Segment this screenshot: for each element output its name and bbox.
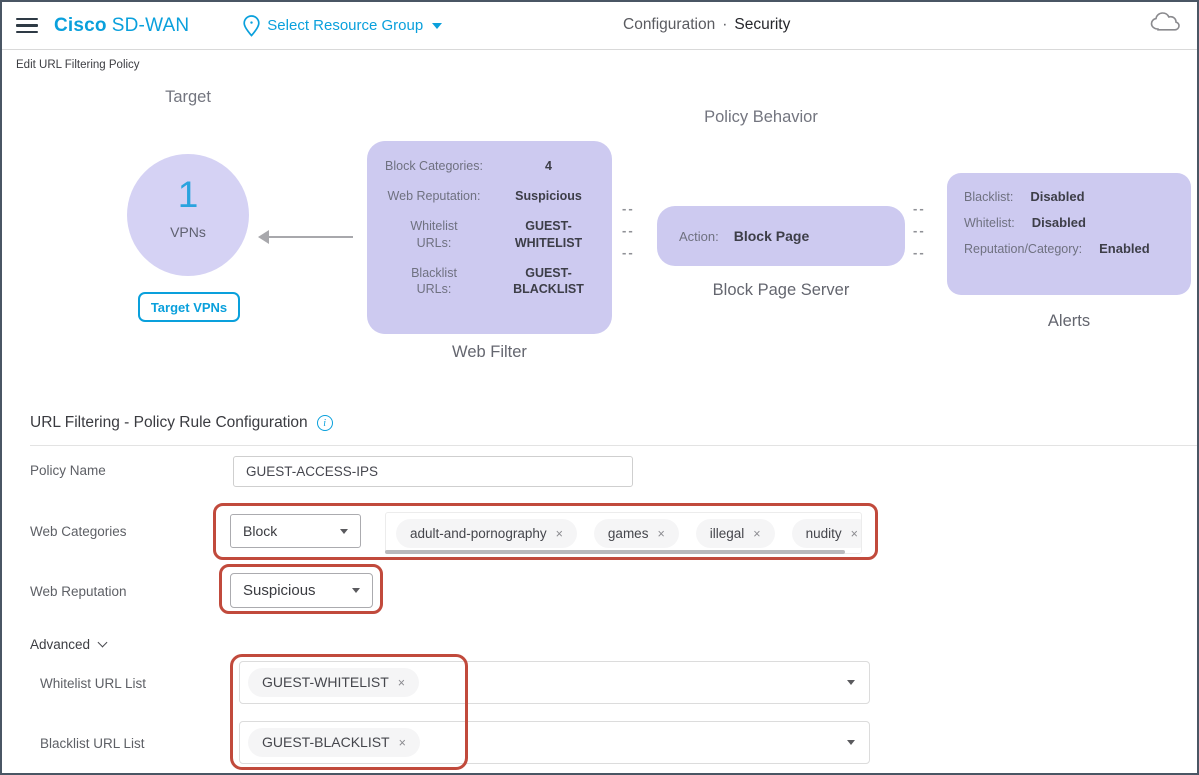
advanced-label: Advanced xyxy=(30,637,90,652)
caret-down-icon xyxy=(847,680,855,685)
policy-name-input[interactable] xyxy=(233,456,633,487)
block-page-action-box: Action: Block Page xyxy=(657,206,905,266)
vpn-count: 1 xyxy=(127,174,249,216)
caret-down-icon xyxy=(352,588,360,593)
web-categories-chips-field[interactable]: adult-and-pornography × games × illegal × n… xyxy=(385,512,862,554)
resource-group-selector[interactable]: Select Resource Group xyxy=(243,15,442,37)
category-chip-label: nudity xyxy=(806,526,842,541)
web-reputation-select[interactable]: Suspicious xyxy=(230,573,373,608)
location-pin-icon xyxy=(243,15,260,37)
web-categories-mode-value: Block xyxy=(243,523,277,539)
section-divider xyxy=(30,445,1197,446)
web-filter-row-label: Web Reputation: xyxy=(388,188,481,205)
category-chip: illegal × xyxy=(696,519,775,548)
web-filter-row-label: Whitelist URLs: xyxy=(405,218,463,252)
alert-row-label: Reputation/Category: xyxy=(964,242,1082,256)
vpn-unit-label: VPNs xyxy=(127,224,249,240)
policy-rule-configuration-section: URL Filtering - Policy Rule Configuratio… xyxy=(2,392,1197,775)
brand-bold: Cisco xyxy=(54,15,107,36)
remove-icon[interactable]: × xyxy=(753,527,760,541)
resource-group-label: Select Resource Group xyxy=(267,17,423,34)
alert-row-value: Enabled xyxy=(1099,241,1150,256)
alerts-box: Blacklist: Disabled Whitelist: Disabled … xyxy=(947,173,1191,295)
caret-down-icon xyxy=(432,23,442,29)
target-vpns-button[interactable]: Target VPNs xyxy=(138,292,240,322)
remove-icon[interactable]: × xyxy=(851,527,858,541)
web-filter-row-value: GUEST-BLACKLIST xyxy=(499,265,599,299)
breadcrumb-section: Configuration xyxy=(623,16,715,33)
app-window: CiscoSD-WAN Select Resource Group Config… xyxy=(0,0,1199,775)
alert-row-value: Disabled xyxy=(1030,189,1084,204)
alert-row-value: Disabled xyxy=(1032,215,1086,230)
category-chip: nudity × xyxy=(792,519,862,548)
section-title-text: URL Filtering - Policy Rule Configuratio… xyxy=(30,414,308,432)
block-page-server-caption: Block Page Server xyxy=(657,281,905,300)
remove-icon[interactable]: × xyxy=(556,527,563,541)
breadcrumb-page: Security xyxy=(734,16,790,33)
section-title: URL Filtering - Policy Rule Configuratio… xyxy=(2,392,1197,432)
web-filter-row-label: Block Categories: xyxy=(385,158,483,175)
caret-down-icon xyxy=(847,740,855,745)
policy-behavior-title: Policy Behavior xyxy=(637,108,885,127)
category-chip: adult-and-pornography × xyxy=(396,519,577,548)
connector-dashes: ------ xyxy=(913,198,926,264)
horizontal-scrollbar[interactable] xyxy=(385,550,845,554)
breadcrumb: Configuration · Security xyxy=(623,16,790,34)
whitelist-url-list-label: Whitelist URL List xyxy=(40,676,146,691)
whitelist-url-list-select[interactable]: GUEST-WHITELIST × xyxy=(239,661,870,704)
target-vpn-circle: 1 VPNs xyxy=(127,154,249,276)
web-filter-row-label: Blacklist URLs: xyxy=(405,265,463,299)
brand-logo: CiscoSD-WAN xyxy=(54,15,189,37)
action-value: Block Page xyxy=(734,228,809,244)
category-chip-label: adult-and-pornography xyxy=(410,526,547,541)
blacklist-chip: GUEST-BLACKLIST × xyxy=(248,728,420,757)
web-categories-mode-select[interactable]: Block xyxy=(230,514,361,548)
web-reputation-label: Web Reputation xyxy=(30,584,127,599)
web-filter-row-value: 4 xyxy=(545,158,552,175)
whitelist-chip: GUEST-WHITELIST × xyxy=(248,668,419,697)
brand-rest: SD-WAN xyxy=(112,15,190,36)
remove-icon[interactable]: × xyxy=(399,736,406,750)
page-title: Edit URL Filtering Policy xyxy=(2,50,1197,78)
breadcrumb-separator: · xyxy=(722,16,727,33)
blacklist-chip-label: GUEST-BLACKLIST xyxy=(262,734,390,750)
category-chip-label: illegal xyxy=(710,526,745,541)
target-title: Target xyxy=(127,88,249,107)
web-filter-box: Block Categories: 4 Web Reputation: Susp… xyxy=(367,141,612,334)
web-filter-caption: Web Filter xyxy=(367,343,612,362)
policy-summary-diagram: Target Policy Behavior 1 VPNs Target VPN… xyxy=(2,78,1197,392)
info-icon[interactable]: i xyxy=(317,415,333,431)
policy-name-label: Policy Name xyxy=(30,463,106,478)
web-categories-label: Web Categories xyxy=(30,524,127,539)
arrow-left-icon xyxy=(258,230,354,244)
alerts-caption: Alerts xyxy=(947,312,1191,331)
remove-icon[interactable]: × xyxy=(657,527,664,541)
web-reputation-value: Suspicious xyxy=(243,582,316,599)
menu-icon[interactable] xyxy=(16,14,38,38)
whitelist-chip-label: GUEST-WHITELIST xyxy=(262,674,389,690)
category-chip-label: games xyxy=(608,526,649,541)
chevron-down-icon xyxy=(98,638,108,648)
category-chip: games × xyxy=(594,519,679,548)
alert-row-label: Whitelist: xyxy=(964,216,1015,230)
web-filter-row-value: Suspicious xyxy=(515,188,582,205)
remove-icon[interactable]: × xyxy=(398,676,405,690)
advanced-toggle[interactable]: Advanced xyxy=(30,637,106,652)
caret-down-icon xyxy=(340,529,348,534)
cloud-icon[interactable] xyxy=(1149,10,1181,39)
blacklist-url-list-select[interactable]: GUEST-BLACKLIST × xyxy=(239,721,870,764)
web-filter-row-value: GUEST-WHITELIST xyxy=(499,218,599,252)
alert-row-label: Blacklist: xyxy=(964,190,1013,204)
action-label: Action: xyxy=(679,229,719,244)
connector-dashes: ------ xyxy=(622,198,635,264)
blacklist-url-list-label: Blacklist URL List xyxy=(40,736,145,751)
top-bar: CiscoSD-WAN Select Resource Group Config… xyxy=(2,2,1197,50)
